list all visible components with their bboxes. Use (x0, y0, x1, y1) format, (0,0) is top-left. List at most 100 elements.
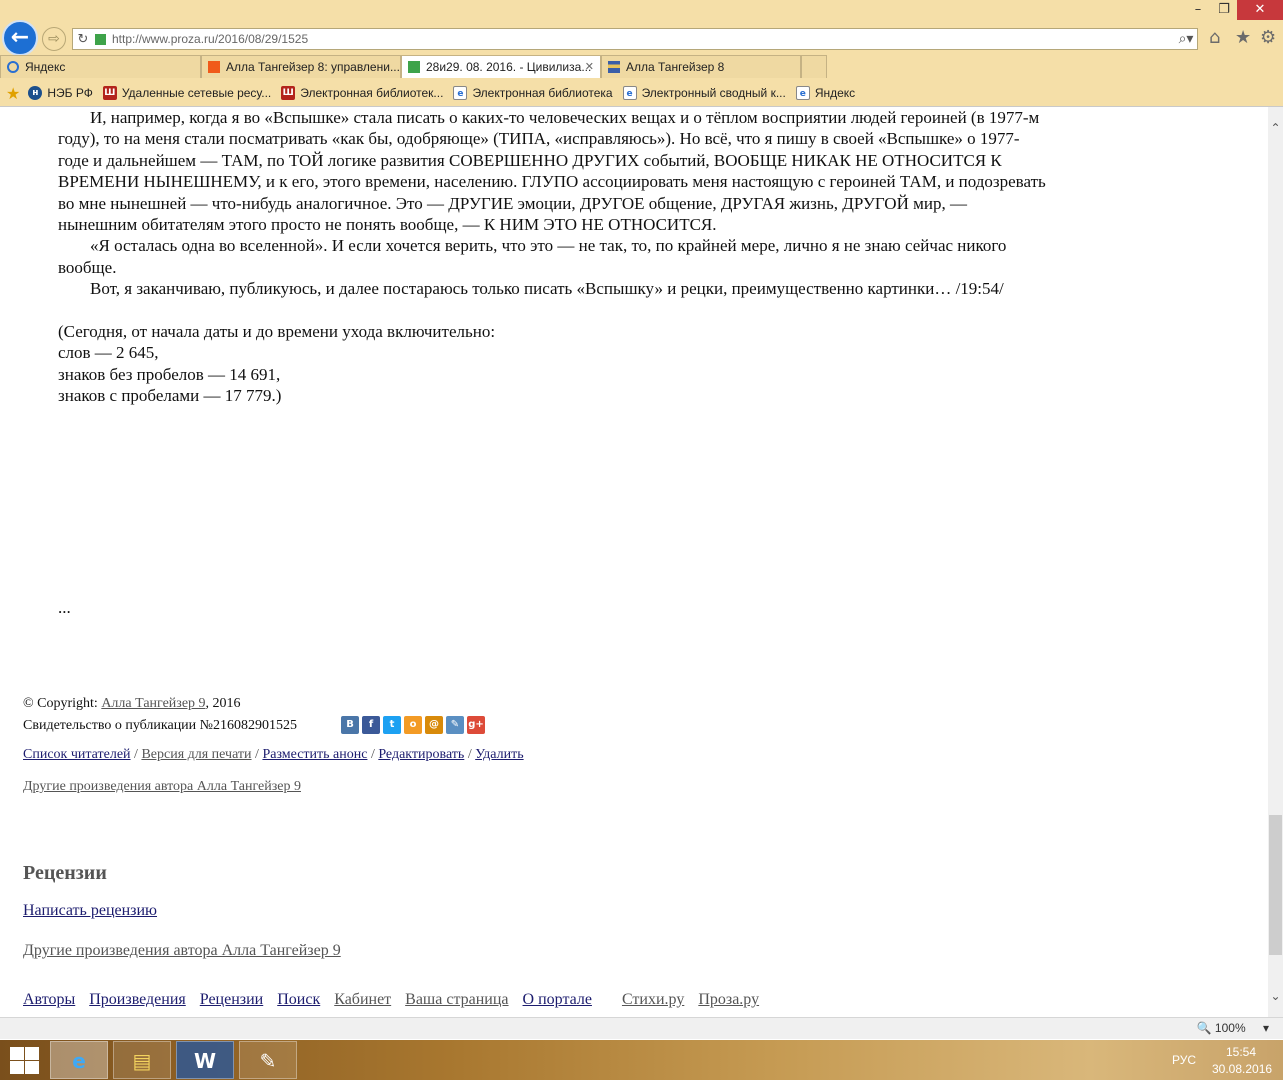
reviews-heading: Рецензии (23, 862, 107, 884)
stats-line: знаков без пробелов — 14 691, (58, 364, 281, 384)
nav-cabinet[interactable]: Кабинет (334, 991, 391, 1008)
clock-time[interactable]: 15:54 (1226, 1045, 1256, 1059)
tab-favicon-icon (208, 61, 220, 73)
write-review-link[interactable]: Написать рецензию (23, 902, 157, 920)
close-tab-icon[interactable]: ✕ (585, 56, 594, 78)
publication-certificate: Свидетельство о публикации №216082901525 (23, 718, 298, 733)
edit-link[interactable]: Редактировать (378, 747, 464, 762)
clock-date[interactable]: 30.08.2016 (1212, 1062, 1272, 1076)
site-nav: Авторы Произведения Рецензии Поиск Кабин… (23, 991, 769, 1009)
stats-line: знаков с пробелами — 17 779.) (58, 386, 282, 406)
gear-icon[interactable]: ⚙ (1260, 27, 1276, 48)
delete-link[interactable]: Удалить (475, 747, 523, 762)
windows-logo-icon (25, 1061, 39, 1074)
page-icon: e (622, 86, 637, 100)
print-version-link[interactable]: Версия для печати (141, 747, 251, 762)
favorite-label: Электронная библиотека (472, 86, 613, 100)
favorite-e-library-2[interactable]: e Электронная библиотека (453, 86, 613, 100)
favorite-label: НЭБ РФ (47, 86, 93, 100)
library-icon: Ш (281, 86, 296, 100)
home-icon[interactable]: ⌂ (1209, 27, 1220, 48)
favorite-neb[interactable]: н НЭБ РФ (28, 86, 93, 100)
chevron-down-icon[interactable]: ▾ (1263, 1021, 1269, 1035)
start-button[interactable] (8, 1046, 40, 1074)
zoom-control[interactable]: 🔍 100% ▾ (1197, 1021, 1269, 1035)
separator: / (130, 747, 142, 762)
vertical-scrollbar[interactable]: ⌃ ⌄ (1268, 107, 1283, 1017)
restore-button[interactable]: ❐ (1211, 0, 1237, 20)
tab-favicon-icon (608, 61, 620, 73)
article-text: И, например, когда я во «Вспышке» стала … (58, 107, 1048, 407)
other-works-link-bottom[interactable]: Другие произведения автора Алла Тангейзе… (23, 942, 341, 960)
nav-authors[interactable]: Авторы (23, 991, 75, 1008)
nav-your-page[interactable]: Ваша страница (405, 991, 508, 1008)
mailru-icon[interactable]: @ (425, 716, 443, 734)
copyright-prefix: © Copyright: (23, 696, 102, 711)
copyright-year: , 2016 (205, 696, 241, 711)
favorite-e-library-1[interactable]: Ш Электронная библиотек... (281, 86, 443, 100)
input-language[interactable]: РУС (1172, 1053, 1196, 1067)
scroll-up-icon[interactable]: ⌃ (1268, 121, 1283, 135)
taskbar-internet-explorer-icon[interactable]: e (50, 1041, 108, 1079)
nav-about[interactable]: О портале (523, 991, 592, 1008)
minimize-button[interactable]: – (1185, 0, 1211, 20)
tab-current-article[interactable]: 28и29. 08. 2016. - Цивилиза... ✕ (401, 55, 601, 78)
back-button[interactable]: ← (2, 20, 38, 56)
forward-button[interactable]: ⇨ (42, 27, 66, 51)
new-tab-button[interactable] (801, 55, 827, 78)
favorite-label: Электронная библиотек... (300, 86, 444, 100)
scroll-down-icon[interactable]: ⌄ (1268, 989, 1283, 1003)
googleplus-icon[interactable]: g+ (467, 716, 485, 734)
taskbar-file-explorer-icon[interactable]: ▤ (113, 1041, 171, 1079)
tab-label: Алла Тангейзер 8 (626, 60, 725, 74)
favorite-yandex[interactable]: e Яндекс (795, 86, 855, 100)
favorite-e-catalog[interactable]: e Электронный сводный к... (622, 86, 786, 100)
favorites-star-icon[interactable]: ★ (1235, 27, 1251, 48)
address-bar[interactable]: ↻ http://www.proza.ru/2016/08/29/1525 ⌕▾ (72, 28, 1198, 50)
nav-stihi[interactable]: Стихи.ру (622, 991, 684, 1008)
livejournal-icon[interactable]: ✎ (446, 716, 464, 734)
facebook-icon[interactable]: f (362, 716, 380, 734)
tab-label: Яндекс (25, 60, 66, 74)
taskbar-word-icon[interactable]: W (176, 1041, 234, 1079)
tab-strip: Яндекс Алла Тангейзер 8: управлени... 28… (0, 55, 1283, 78)
tab-alla-management[interactable]: Алла Тангейзер 8: управлени... (201, 55, 401, 78)
close-window-button[interactable]: ✕ (1237, 0, 1283, 20)
favorites-bar: ★ н НЭБ РФ Ш Удаленные сетевые ресу... Ш… (0, 80, 1283, 106)
vk-icon[interactable]: В (341, 716, 359, 734)
tab-label: 28и29. 08. 2016. - Цивилиза... (426, 60, 592, 74)
status-bar: 🔍 100% ▾ (0, 1017, 1283, 1039)
zoom-level: 100% (1214, 1021, 1246, 1035)
tab-alla-8[interactable]: Алла Тангейзер 8 (601, 55, 801, 78)
zoom-icon: 🔍 (1196, 1021, 1212, 1035)
article-paragraph: И, например, когда я во «Вспышке» стала … (58, 108, 1046, 235)
tab-label: Алла Тангейзер 8: управлени... (226, 60, 400, 74)
windows-logo-icon (10, 1061, 24, 1074)
odnoklassniki-icon[interactable]: о (404, 716, 422, 734)
search-icon[interactable]: ⌕▾ (1175, 31, 1197, 47)
nav-works[interactable]: Произведения (89, 991, 186, 1008)
site-favicon-icon (95, 33, 106, 45)
twitter-icon[interactable]: t (383, 716, 401, 734)
readers-list-link[interactable]: Список читателей (23, 747, 131, 762)
taskbar-paint-icon[interactable]: ✎ (239, 1041, 297, 1079)
url-text[interactable]: http://www.proza.ru/2016/08/29/1525 (112, 32, 1175, 46)
scrollbar-thumb[interactable] (1269, 815, 1282, 955)
article-paragraph: «Я осталась одна во вселенной». И если х… (58, 236, 1007, 277)
stats-line: (Сегодня, от начала даты и до времени ух… (58, 322, 496, 342)
tab-yandex[interactable]: Яндекс (0, 55, 201, 78)
nav-search[interactable]: Поиск (277, 991, 320, 1008)
favorite-label: Электронный сводный к... (641, 86, 786, 100)
nav-reviews[interactable]: Рецензии (200, 991, 263, 1008)
nav-proza[interactable]: Проза.ру (698, 991, 759, 1008)
page-icon: e (795, 86, 810, 100)
favorite-remote-resources[interactable]: Ш Удаленные сетевые ресу... (102, 86, 271, 100)
library-icon: Ш (102, 86, 117, 100)
tab-favicon-icon (408, 61, 420, 73)
word-stats: (Сегодня, от начала даты и до времени ух… (58, 321, 1048, 407)
announce-link[interactable]: Разместить анонс (262, 747, 367, 762)
author-link[interactable]: Алла Тангейзер 9 (101, 696, 205, 711)
refresh-icon[interactable]: ↻ (73, 32, 93, 47)
other-works-link[interactable]: Другие произведения автора Алла Тангейзе… (23, 779, 301, 795)
favorites-star-icon[interactable]: ★ (6, 84, 20, 103)
